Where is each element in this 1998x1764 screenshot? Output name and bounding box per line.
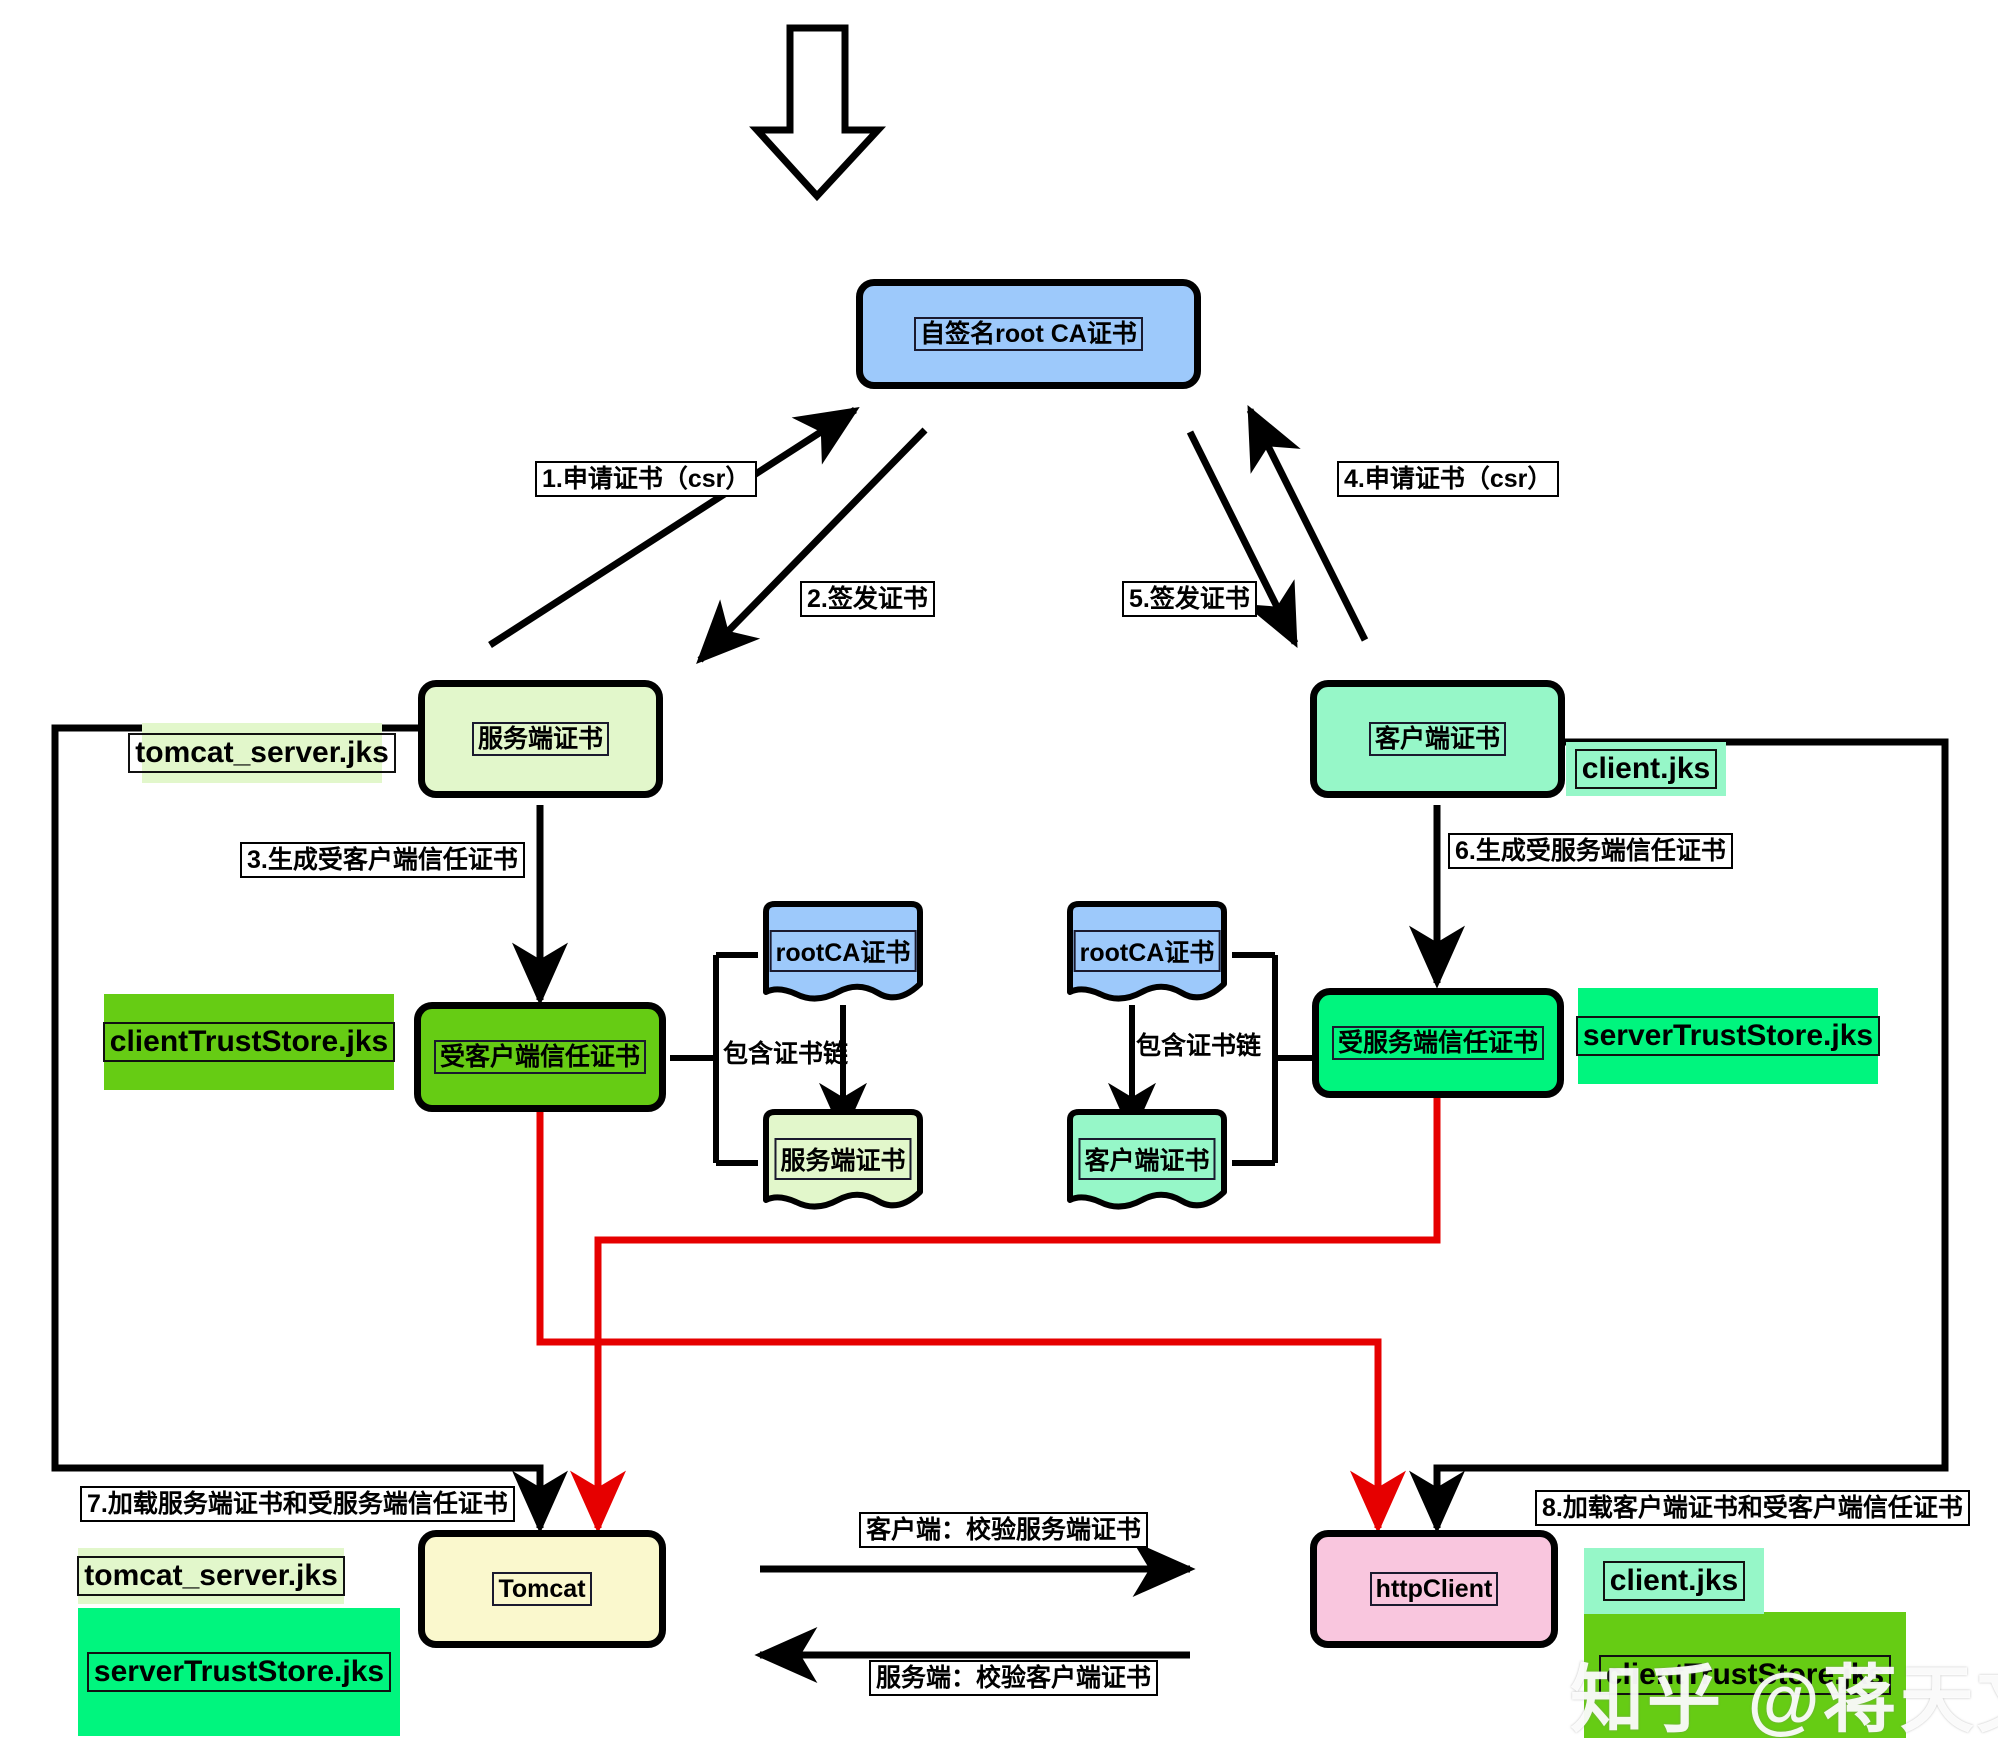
- edge-label-step8: 8.加载客户端证书和受客户端信任证书: [1535, 1490, 1970, 1526]
- flag-right-client-cert-label: 客户端证书: [1078, 1138, 1216, 1180]
- keystore-client-bottom[interactable]: client.jks: [1584, 1548, 1764, 1614]
- node-root-ca-label: 自签名root CA证书: [914, 316, 1143, 352]
- edge-label-step5: 5.签发证书: [1122, 581, 1257, 617]
- node-client-cert-label: 客户端证书: [1368, 721, 1506, 757]
- keystore-label: client.jks: [1574, 749, 1718, 789]
- keystore-label: tomcat_server.jks: [128, 733, 396, 773]
- flag-right-client-cert[interactable]: 客户端证书: [1062, 1108, 1232, 1213]
- flag-right-root-ca-label: rootCA证书: [1073, 930, 1221, 972]
- keystore-server-trust-store-mid[interactable]: serverTrustStore.jks: [1575, 988, 1881, 1084]
- node-http-client-label: httpClient: [1369, 1571, 1499, 1607]
- node-server-cert-label: 服务端证书: [471, 721, 609, 757]
- keystore-tomcat-server-top[interactable]: tomcat_server.jks: [128, 723, 396, 783]
- keystore-label: tomcat_server.jks: [77, 1556, 345, 1596]
- node-server-cert[interactable]: 服务端证书: [418, 680, 663, 798]
- keystore-client-top[interactable]: client.jks: [1566, 742, 1726, 796]
- node-tomcat[interactable]: Tomcat: [418, 1530, 666, 1648]
- node-http-client[interactable]: httpClient: [1310, 1530, 1558, 1648]
- edge-label-step7: 7.加载服务端证书和受服务端信任证书: [80, 1486, 515, 1522]
- edge-label-verify-server: 客户端：校验服务端证书: [859, 1512, 1149, 1548]
- node-client-trusted-cert-label: 受客户端信任证书: [433, 1039, 646, 1075]
- flag-left-server-cert[interactable]: 服务端证书: [758, 1108, 928, 1213]
- keystore-label: clientTrustStore.jks: [102, 1022, 396, 1062]
- flag-left-server-cert-label: 服务端证书: [774, 1138, 912, 1180]
- keystore-server-trust-store-bottom[interactable]: serverTrustStore.jks: [78, 1608, 400, 1736]
- node-client-cert[interactable]: 客户端证书: [1310, 680, 1565, 798]
- flag-left-root-ca-label: rootCA证书: [769, 930, 917, 972]
- node-server-trusted-cert[interactable]: 受服务端信任证书: [1312, 988, 1564, 1098]
- node-server-trusted-cert-label: 受服务端信任证书: [1331, 1025, 1544, 1061]
- keystore-label: client.jks: [1602, 1561, 1746, 1601]
- edge-label-step4: 4.申请证书（csr）: [1337, 461, 1560, 497]
- keystore-label: serverTrustStore.jks: [86, 1652, 392, 1692]
- keystore-client-trust-store-mid[interactable]: clientTrustStore.jks: [102, 994, 396, 1090]
- edge-label-step6: 6.生成受服务端信任证书: [1448, 833, 1733, 869]
- flag-right-root-ca[interactable]: rootCA证书: [1062, 900, 1232, 1005]
- diagram-canvas: 自签名root CA证书 服务端证书 客户端证书 受客户端信任证书 受服务端信任…: [0, 0, 1998, 1764]
- edge-label-verify-client: 服务端：校验客户端证书: [869, 1660, 1159, 1696]
- keystore-label: clientTrustStore.jks: [1598, 1655, 1892, 1695]
- keystore-tomcat-server-bottom[interactable]: tomcat_server.jks: [77, 1548, 345, 1604]
- edge-label-chain-right: 包含证书链: [1136, 1032, 1262, 1060]
- node-client-trusted-cert[interactable]: 受客户端信任证书: [414, 1002, 666, 1112]
- edge-label-step2: 2.签发证书: [800, 581, 935, 617]
- keystore-client-trust-store-bottom[interactable]: clientTrustStore.jks: [1584, 1612, 1906, 1738]
- edge-label-chain-left: 包含证书链: [723, 1040, 849, 1068]
- edge-label-step1: 1.申请证书（csr）: [535, 461, 758, 497]
- edge-label-step3: 3.生成受客户端信任证书: [240, 842, 525, 878]
- keystore-label: serverTrustStore.jks: [1575, 1016, 1881, 1056]
- node-tomcat-label: Tomcat: [492, 1571, 592, 1607]
- flag-left-root-ca[interactable]: rootCA证书: [758, 900, 928, 1005]
- node-root-ca[interactable]: 自签名root CA证书: [856, 279, 1201, 389]
